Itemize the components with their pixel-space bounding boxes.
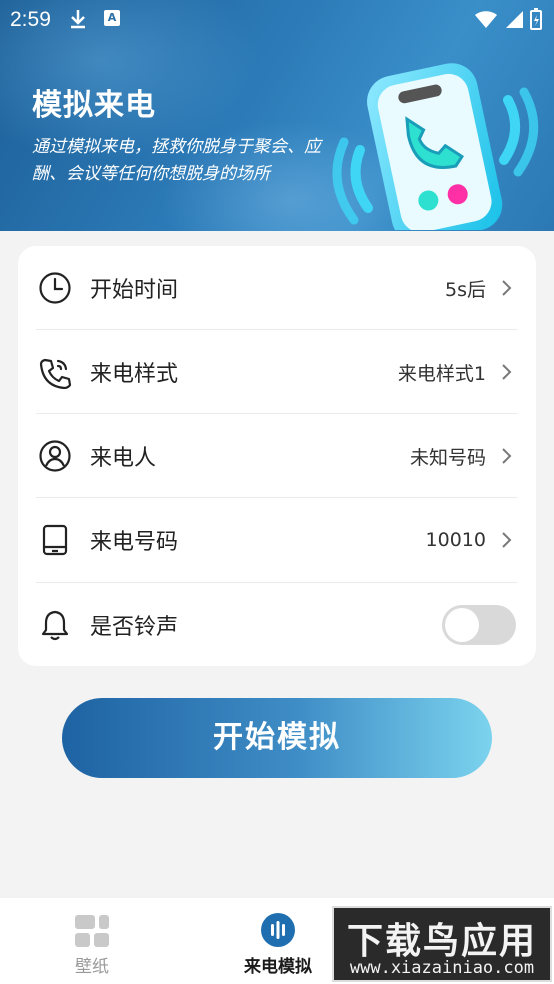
- phone-call-icon: [39, 358, 72, 389]
- clock-icon: [39, 272, 71, 304]
- call-number-label: 来电号码: [90, 530, 179, 555]
- chevron-right-icon: [502, 532, 512, 548]
- battery-icon: [530, 8, 542, 30]
- ringtone-row: 是否铃声: [18, 583, 536, 667]
- tab-wallpaper-label: 壁纸: [75, 957, 109, 977]
- chevron-right-icon: [502, 280, 512, 296]
- call-number-value: 10010: [425, 529, 486, 551]
- signal-icon: [506, 11, 523, 28]
- call-style-row[interactable]: 来电样式 来电样式1: [18, 330, 536, 414]
- call-style-label: 来电样式: [90, 362, 179, 387]
- phone-illustration-icon: [332, 63, 539, 230]
- start-simulation-button[interactable]: 开始模拟: [62, 698, 492, 778]
- tab-call-simulation[interactable]: 来电模拟: [228, 898, 328, 984]
- caller-row[interactable]: 来电人 未知号码: [18, 414, 536, 498]
- toggle-knob: [445, 608, 479, 642]
- status-bar: 2:59 A: [0, 0, 554, 40]
- hero-title: 模拟来电: [32, 88, 156, 123]
- chevron-right-icon: [502, 364, 512, 380]
- hero-banner: 2:59 A 模拟来电 通过模拟来电，拯救你脱身于聚会、应酬、会议等任何你想脱身…: [0, 0, 554, 231]
- hero-description: 通过模拟来电，拯救你脱身于聚会、应酬、会议等任何你想脱身的场所: [32, 137, 321, 184]
- voice-bars-icon: [261, 913, 295, 947]
- chevron-right-icon: [502, 448, 512, 464]
- wallpaper-icon: [75, 915, 109, 947]
- person-icon: [39, 440, 71, 472]
- ringtone-toggle[interactable]: [442, 605, 516, 645]
- bell-icon: [41, 610, 69, 641]
- watermark-url: www.xiazainiao.com: [349, 958, 535, 978]
- call-number-row[interactable]: 来电号码 10010: [18, 498, 536, 582]
- status-time: 2:59: [10, 8, 51, 31]
- settings-card: 开始时间 5s后 来电样式 来电样式1 来电人 未知号码 来电号码 10010 …: [18, 246, 536, 666]
- start-time-row[interactable]: 开始时间 5s后: [18, 246, 536, 330]
- caller-value: 未知号码: [409, 446, 486, 469]
- tablet-icon: [42, 524, 68, 556]
- tab-wallpaper[interactable]: 壁纸: [42, 898, 142, 984]
- tab-call-simulation-label: 来电模拟: [244, 957, 312, 977]
- wifi-icon: [475, 11, 497, 28]
- call-style-value: 来电样式1: [397, 362, 486, 385]
- download-icon: [68, 8, 88, 35]
- start-time-value: 5s后: [445, 278, 486, 301]
- caller-label: 来电人: [90, 446, 157, 471]
- start-time-label: 开始时间: [90, 278, 179, 303]
- ringtone-label: 是否铃声: [90, 615, 179, 640]
- font-app-icon: A: [104, 10, 120, 26]
- watermark-logo: 下载鸟应用 www.xiazainiao.com: [332, 906, 552, 982]
- watermark-title: 下载鸟应用: [346, 921, 537, 962]
